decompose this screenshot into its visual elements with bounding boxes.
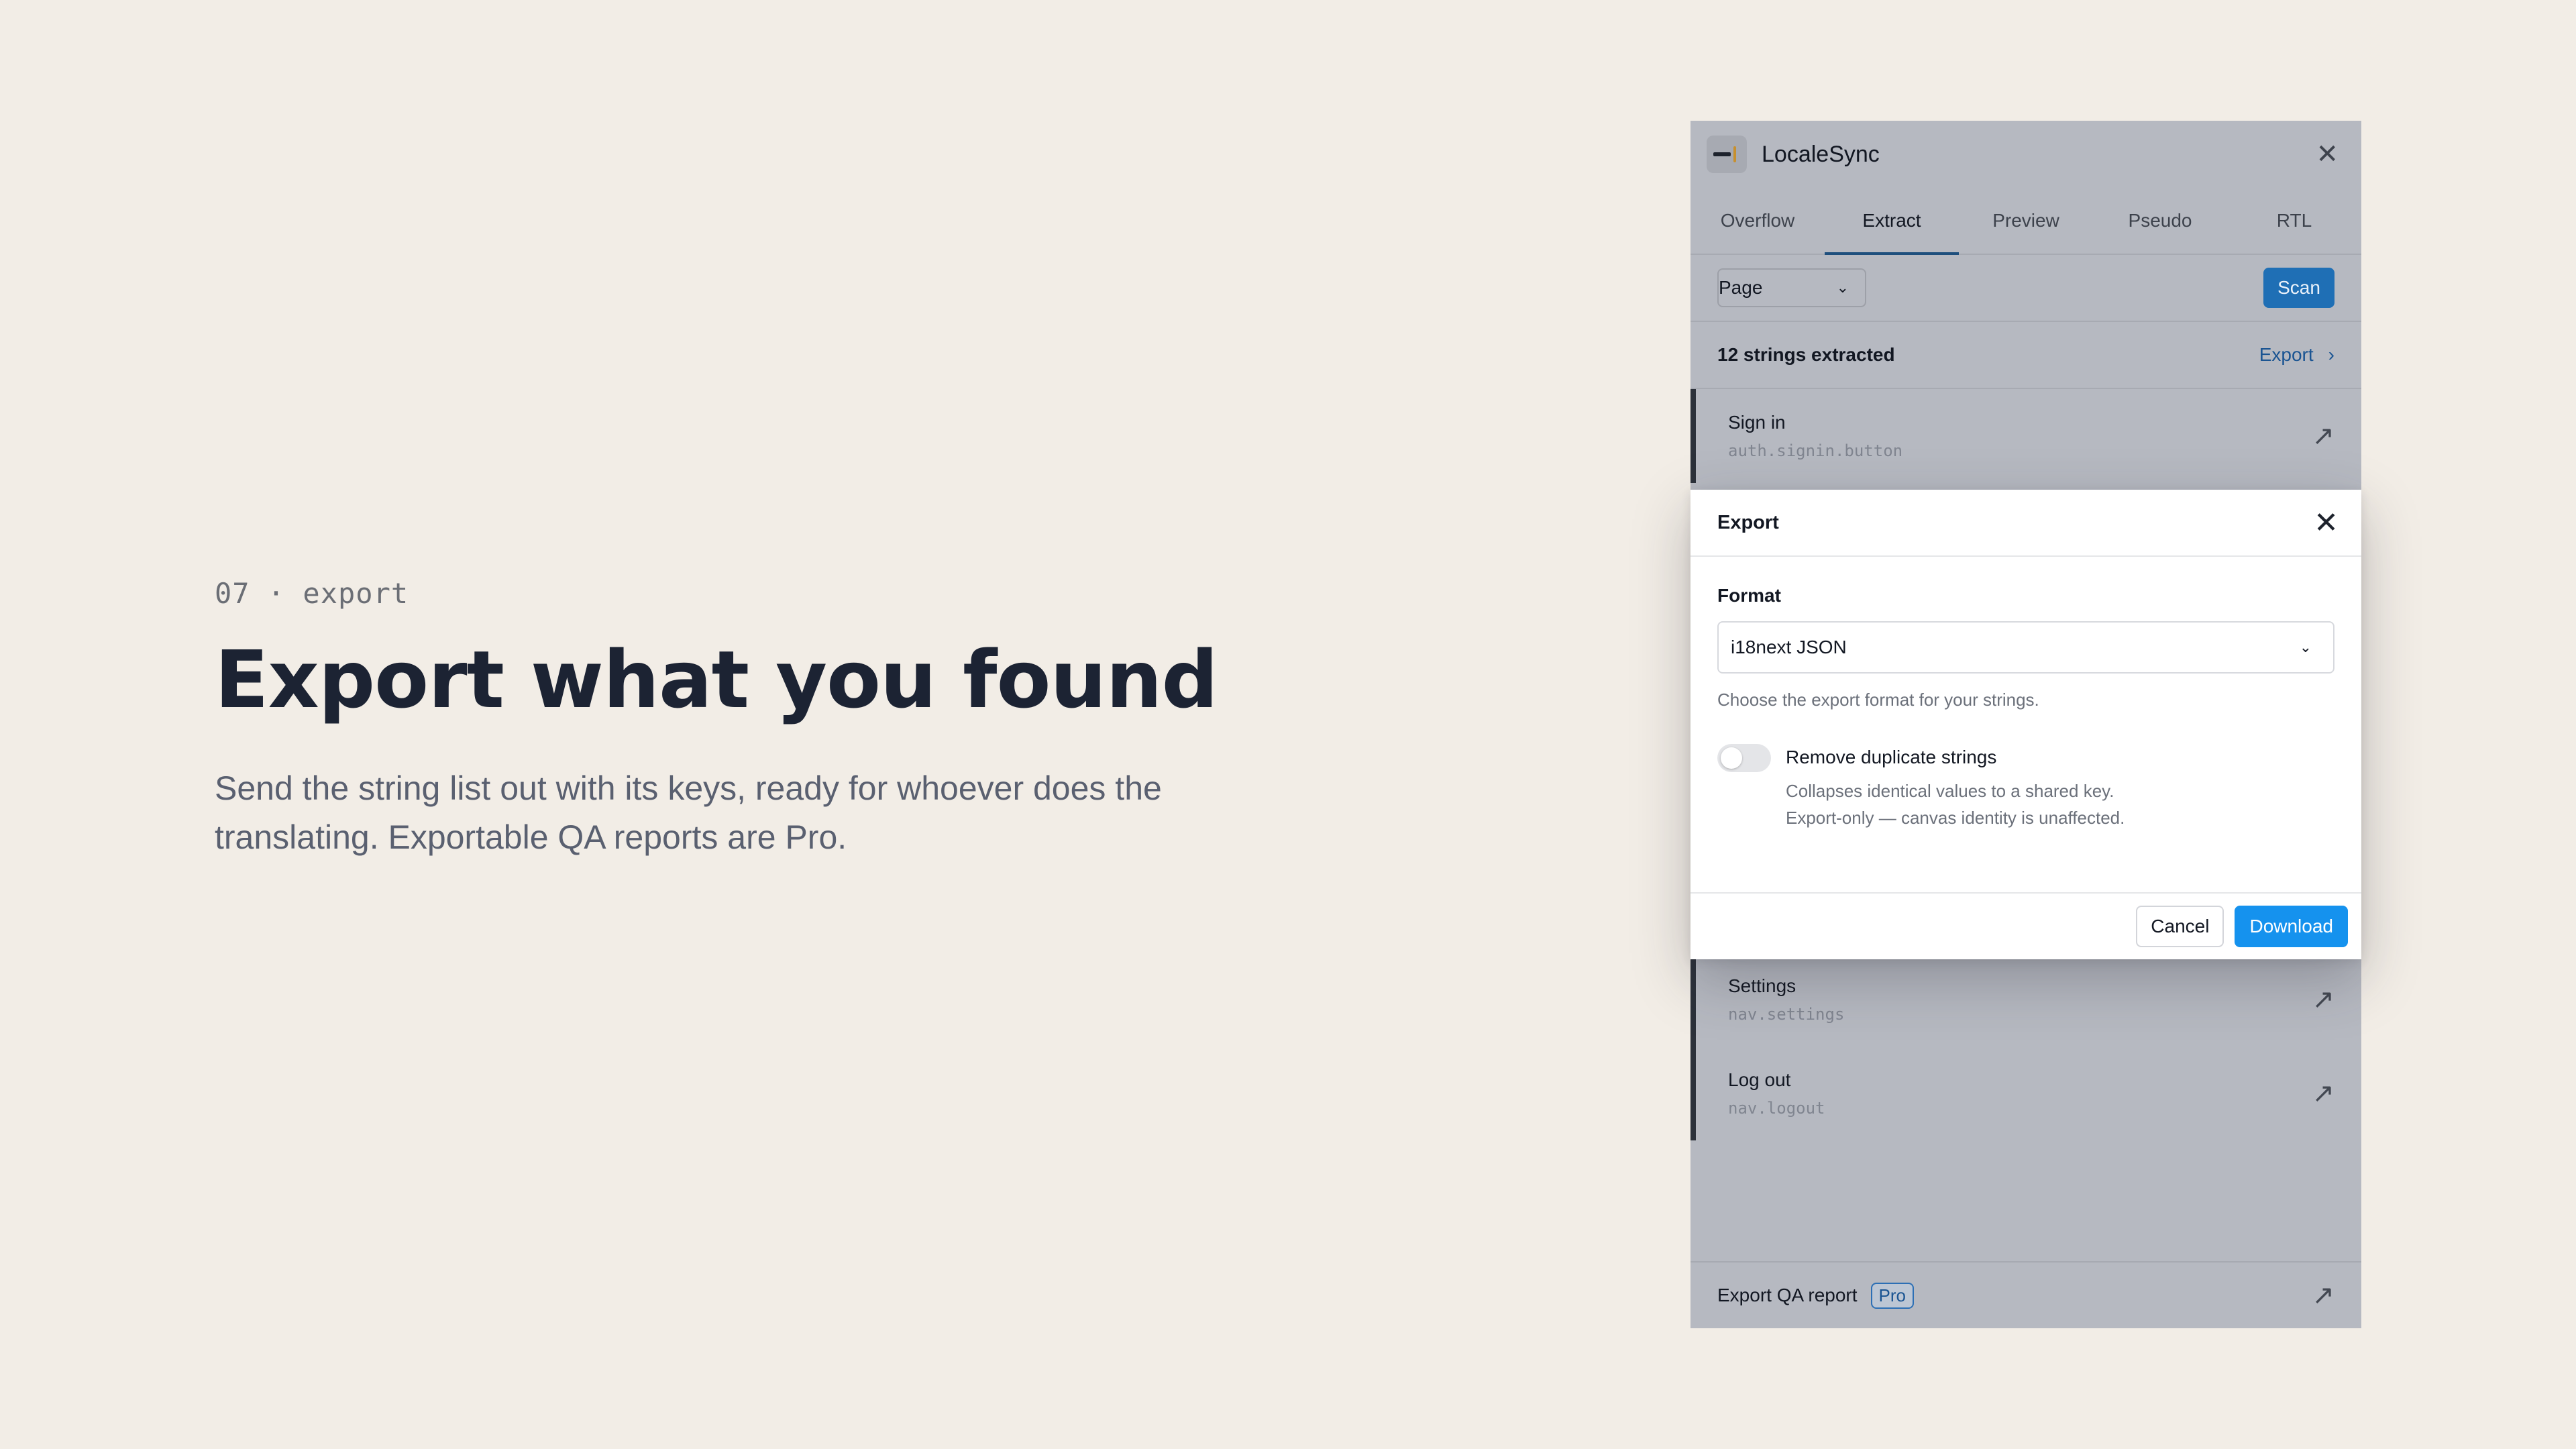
export-link[interactable]: Export ›	[2259, 344, 2334, 366]
dialog-title: Export	[1717, 511, 1779, 533]
dedupe-option: Remove duplicate strings Collapses ident…	[1717, 744, 2334, 831]
app-title: LocaleSync	[1762, 141, 1880, 167]
panel-header: LocaleSync ✕	[1690, 121, 2361, 188]
list-item[interactable]: Settings nav.settings ↗	[1690, 953, 2361, 1046]
hero-copy: 07 · export Export what you found Send t…	[215, 577, 1288, 862]
export-qa-report-label: Export QA report	[1717, 1285, 1858, 1305]
dedupe-description: Collapses identical values to a shared k…	[1786, 781, 2125, 828]
tab-rtl[interactable]: RTL	[2227, 188, 2361, 254]
dialog-footer: Cancel Download	[1690, 892, 2361, 959]
string-key: nav.logout	[1728, 1099, 1825, 1118]
export-link-label: Export	[2259, 344, 2314, 365]
tab-bar: Overflow Extract Preview Pseudo RTL	[1690, 188, 2361, 255]
tab-pseudo[interactable]: Pseudo	[2093, 188, 2227, 254]
pro-badge: Pro	[1870, 1282, 1915, 1309]
scope-select[interactable]: Page ⌄	[1717, 268, 1866, 307]
eyebrow: 07 · export	[215, 577, 409, 610]
string-key: nav.settings	[1728, 1005, 1845, 1024]
string-key: auth.signin.button	[1728, 441, 1903, 460]
close-icon[interactable]: ✕	[2314, 506, 2339, 540]
headline: Export what you found	[215, 633, 1218, 726]
arrow-up-right-icon[interactable]: ↗	[2312, 1280, 2334, 1311]
arrow-up-right-icon[interactable]: ↗	[2312, 421, 2334, 451]
string-label: Settings	[1728, 975, 1796, 996]
list-item[interactable]: Sign in auth.signin.button ↗	[1690, 389, 2361, 483]
chevron-down-icon: ⌄	[2299, 639, 2312, 655]
slide: 07 · export Export what you found Send t…	[0, 0, 2576, 1449]
dialog-header: Export ✕	[1690, 490, 2361, 557]
tab-overflow[interactable]: Overflow	[1690, 188, 1825, 254]
dedupe-toggle[interactable]	[1717, 744, 1771, 772]
string-label: Sign in	[1728, 412, 1786, 433]
close-icon[interactable]: ✕	[2316, 139, 2339, 170]
chevron-down-icon: ⌄	[1836, 279, 1849, 296]
tab-extract[interactable]: Extract	[1825, 188, 1959, 255]
export-dialog: Export ✕ Format i18next JSON ⌄ Choose th…	[1690, 490, 2361, 959]
strings-count: 12 strings extracted	[1717, 344, 1895, 365]
format-label: Format	[1717, 585, 1781, 606]
download-button[interactable]: Download	[2235, 906, 2348, 947]
scan-button[interactable]: Scan	[2263, 268, 2334, 308]
dedupe-label: Remove duplicate strings	[1786, 747, 1997, 767]
app-logo-icon	[1707, 136, 1747, 173]
tab-preview[interactable]: Preview	[1959, 188, 2093, 254]
arrow-up-right-icon[interactable]: ↗	[2312, 984, 2334, 1015]
cancel-button[interactable]: Cancel	[2136, 906, 2224, 947]
format-select-value: i18next JSON	[1731, 637, 1847, 657]
format-select[interactable]: i18next JSON ⌄	[1717, 621, 2334, 674]
arrow-up-right-icon[interactable]: ↗	[2312, 1078, 2334, 1109]
string-label: Log out	[1728, 1069, 1791, 1090]
scope-select-value: Page	[1719, 277, 1763, 298]
format-help: Choose the export format for your string…	[1717, 690, 2039, 710]
panel-footer[interactable]: Export QA report Pro ↗	[1690, 1261, 2361, 1328]
chevron-right-icon: ›	[2328, 344, 2334, 365]
dialog-body: Format i18next JSON ⌄ Choose the export …	[1690, 557, 2361, 831]
lede: Send the string list out with its keys, …	[215, 769, 1162, 856]
list-item[interactable]: Log out nav.logout ↗	[1690, 1046, 2361, 1140]
extract-summary: 12 strings extracted Export ›	[1690, 322, 2361, 389]
extract-toolbar: Page ⌄ Scan	[1690, 255, 2361, 322]
